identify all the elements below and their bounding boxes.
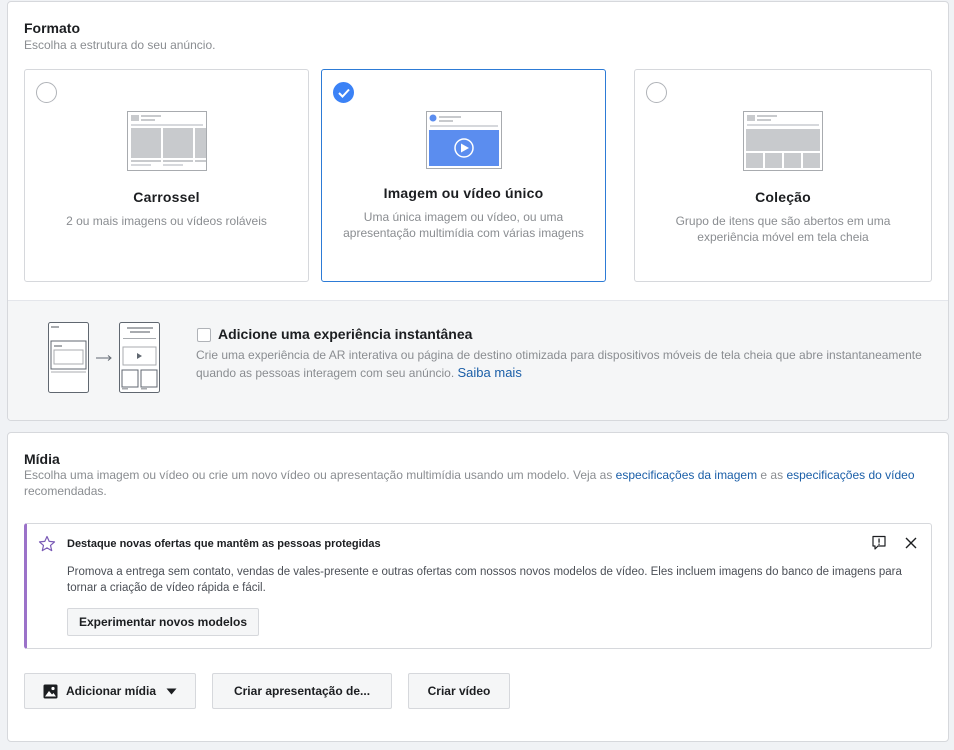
carousel-illustration-icon [126, 111, 207, 171]
image-specs-link[interactable]: especificações da imagem [616, 468, 757, 482]
video-specs-link[interactable]: especificações do vídeo [786, 468, 914, 482]
media-subtitle: Escolha uma imagem ou vídeo ou crie um n… [24, 467, 934, 499]
instant-experience-section: Adicione uma experiência instantânea Cri… [8, 300, 948, 420]
carousel-radio[interactable] [36, 82, 57, 103]
instant-experience-description: Crie uma experiência de AR interativa ou… [196, 346, 936, 382]
caret-down-icon [166, 688, 177, 694]
carousel-description: 2 ou mais imagens ou vídeos roláveis [66, 214, 267, 228]
create-slideshow-button[interactable]: Criar apresentação de... [212, 673, 392, 709]
instant-experience-illustration-icon [48, 322, 160, 393]
notice-title: Destaque novas ofertas que mantêm as pes… [67, 538, 381, 550]
format-card-carousel[interactable]: Carrossel 2 ou mais imagens ou vídeos ro… [24, 69, 309, 282]
single-media-description: Uma única imagem ou vídeo, ou uma aprese… [343, 210, 584, 240]
notice-body: Promova a entrega sem contato, vendas de… [67, 566, 902, 594]
add-media-button[interactable]: Adicionar mídia [24, 673, 196, 709]
star-icon [38, 535, 56, 552]
media-subtitle-text: Escolha uma imagem ou vídeo ou crie um n… [24, 468, 616, 482]
try-new-templates-button[interactable]: Experimentar novos modelos [67, 608, 259, 636]
single-media-title: Imagem ou vídeo único [383, 185, 544, 201]
add-media-label: Adicionar mídia [65, 684, 157, 698]
instant-experience-label: Adicione uma experiência instantânea [218, 326, 473, 342]
learn-more-link[interactable]: Saiba mais [458, 365, 522, 380]
create-video-button[interactable]: Criar vídeo [408, 673, 510, 709]
feedback-icon[interactable] [871, 535, 887, 551]
single-video-illustration-icon [425, 111, 502, 169]
collection-title: Coleção [755, 189, 811, 205]
format-section: Formato Escolha a estrutura do seu anúnc… [7, 1, 949, 421]
instant-experience-checkbox[interactable] [197, 328, 211, 342]
close-icon[interactable] [904, 536, 918, 550]
check-icon [338, 88, 350, 98]
format-card-collection[interactable]: Coleção Grupo de itens que são abertos e… [634, 69, 932, 282]
collection-description: Grupo de itens que são abertos em uma ex… [675, 214, 891, 244]
format-card-single-media[interactable]: Imagem ou vídeo único Uma única imagem o… [321, 69, 606, 282]
media-section: Mídia Escolha uma imagem ou vídeo ou cri… [7, 432, 949, 742]
new-templates-notice: Destaque novas ofertas que mantêm as pes… [24, 523, 932, 649]
media-title: Mídia [24, 451, 60, 467]
single-media-radio[interactable] [333, 82, 354, 103]
image-icon [43, 684, 58, 698]
media-subtitle-end: recomendadas. [24, 484, 107, 498]
format-title: Formato [24, 20, 80, 36]
carousel-title: Carrossel [133, 189, 200, 205]
collection-illustration-icon [743, 111, 823, 171]
instant-experience-text: Crie uma experiência de AR interativa ou… [196, 348, 922, 380]
media-subtitle-and: e as [757, 468, 787, 482]
format-subtitle: Escolha a estrutura do seu anúncio. [24, 38, 216, 52]
collection-radio[interactable] [646, 82, 667, 103]
